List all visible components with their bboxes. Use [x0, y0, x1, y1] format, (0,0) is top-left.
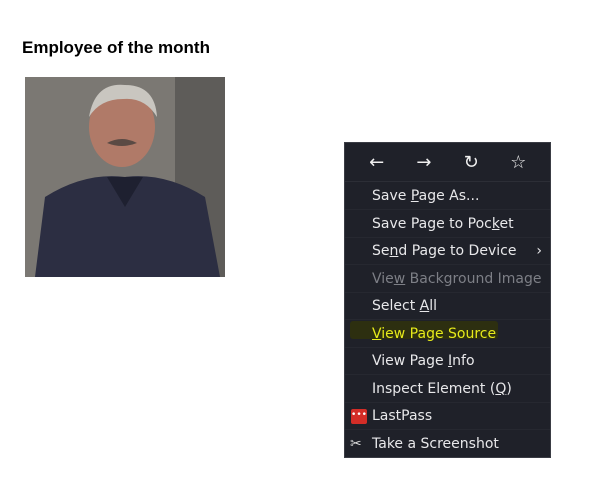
label: ll	[429, 298, 437, 314]
label: Se	[372, 243, 390, 259]
lastpass-icon: •••	[351, 409, 367, 424]
label: Save Page to Poc	[372, 215, 492, 232]
context-menu-nav: ← → ↻ ☆	[345, 143, 550, 182]
screenshot-scissors-icon: ✂	[350, 435, 362, 452]
context-menu: ← → ↻ ☆ Save Page As... Save Page to Poc…	[344, 142, 551, 458]
label: nfo	[452, 353, 475, 369]
employee-photo-figure	[25, 77, 225, 277]
menu-item-view-page-info[interactable]: View Page Info	[345, 348, 550, 375]
back-arrow-icon[interactable]: ←	[366, 152, 388, 173]
label: Inspect Element (	[372, 380, 496, 397]
label: Take a Screenshot	[372, 435, 499, 452]
label: d Page to Device	[398, 243, 517, 259]
chevron-right-icon: ›	[536, 243, 542, 259]
menu-item-save-to-pocket[interactable]: Save Page to Pocket	[345, 211, 550, 238]
accesskey: Q	[495, 380, 507, 397]
label: View Page	[372, 353, 449, 369]
menu-item-view-background-image: View Background Image	[345, 266, 550, 293]
reload-icon[interactable]: ↻	[460, 152, 482, 173]
accesskey: V	[372, 325, 382, 342]
label: Select	[372, 298, 420, 314]
accesskey: w	[393, 270, 406, 287]
label: Background Image	[405, 270, 542, 287]
forward-arrow-icon[interactable]: →	[413, 152, 435, 173]
label: et	[499, 215, 514, 232]
menu-item-send-to-device[interactable]: Send Page to Device ›	[345, 238, 550, 265]
menu-item-view-page-source[interactable]: View Page Source	[345, 321, 550, 348]
bookmark-star-icon[interactable]: ☆	[507, 152, 529, 173]
label: LastPass	[372, 408, 433, 424]
employee-photo	[25, 77, 225, 277]
label: age As...	[418, 188, 480, 204]
accesskey: P	[410, 188, 419, 204]
menu-item-take-screenshot[interactable]: ✂ Take a Screenshot	[345, 431, 550, 458]
menu-item-select-all[interactable]: Select All	[345, 293, 550, 320]
label: )	[506, 380, 512, 397]
label: Vie	[372, 270, 394, 287]
menu-item-inspect-element[interactable]: Inspect Element (Q)	[345, 376, 550, 403]
menu-item-save-page-as[interactable]: Save Page As...	[345, 183, 550, 210]
page-title: Employee of the month	[22, 38, 210, 57]
accesskey: A	[419, 298, 430, 314]
label: Save	[372, 188, 411, 204]
menu-item-lastpass[interactable]: ••• LastPass	[345, 403, 550, 430]
label: iew Page Source	[381, 325, 497, 342]
